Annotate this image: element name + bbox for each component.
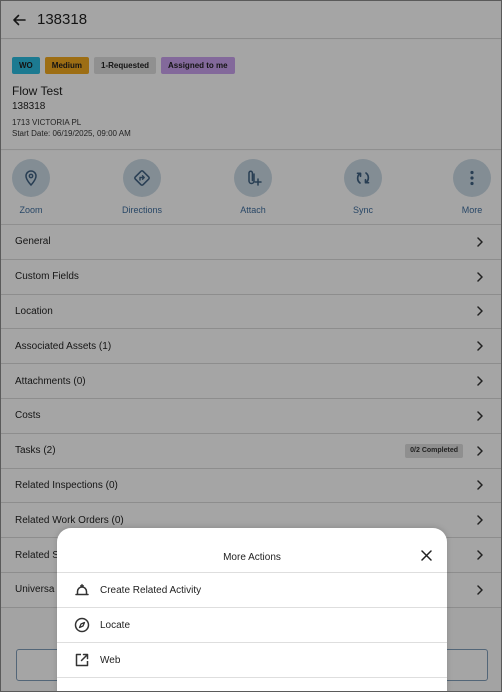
sheet-header: More Actions (57, 528, 447, 573)
close-icon[interactable] (419, 548, 433, 562)
app-frame: 138318 WO Medium 1-Requested Assigned to… (0, 0, 502, 692)
locate-item[interactable]: Locate (57, 608, 447, 643)
create-related-activity-item[interactable]: Create Related Activity (57, 573, 447, 608)
sheet-item-label: Web (100, 654, 121, 666)
create-activity-icon (74, 582, 90, 598)
external-link-icon (74, 652, 90, 668)
sheet-item-label: Locate (100, 619, 131, 631)
more-actions-sheet: More Actions Create Related Activity Loc… (57, 528, 447, 691)
sheet-item-label: Create Related Activity (100, 584, 202, 596)
compass-icon (74, 617, 90, 633)
web-item[interactable]: Web (57, 643, 447, 678)
sheet-title: More Actions (223, 551, 281, 563)
